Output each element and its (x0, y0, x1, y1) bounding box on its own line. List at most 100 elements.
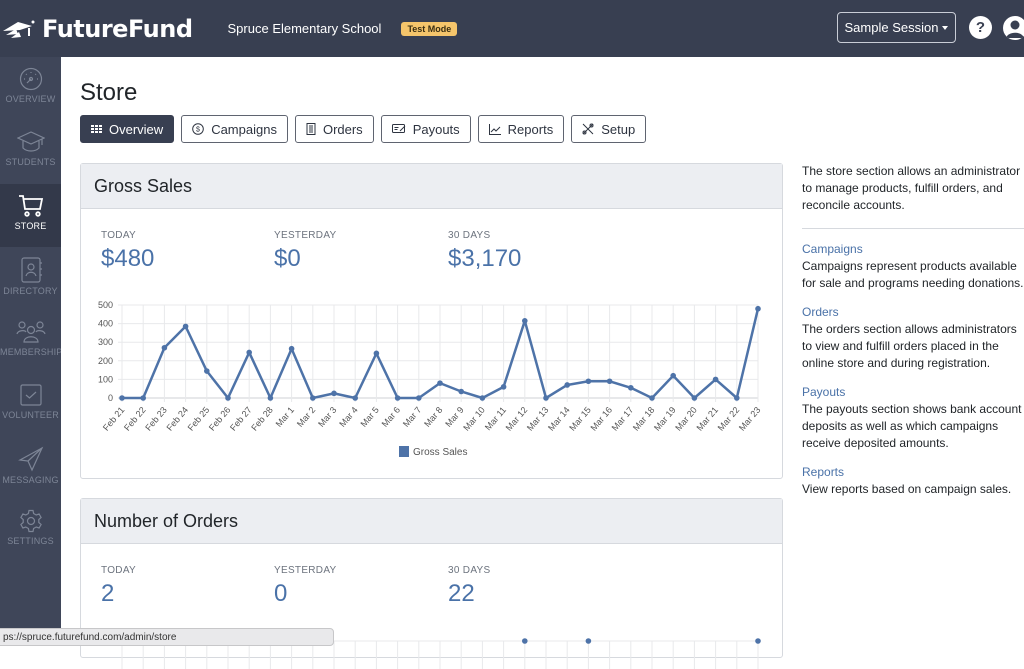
x-tick-label: Mar 16 (588, 405, 614, 433)
tab-payouts[interactable]: Payouts (380, 115, 471, 143)
tab-campaigns[interactable]: $ Campaigns (181, 115, 288, 143)
stat-value: $3,170 (448, 245, 522, 272)
orders-stats: TODAY 2 YESTERDAY 0 30 DAYS 22 (81, 544, 782, 614)
stat-yesterday: YESTERDAY 0 (274, 565, 337, 608)
gross-sales-chart: 0 100 200 300 400 500 Feb 21Feb 22Feb 23Feb 24… (98, 300, 763, 458)
data-point (331, 390, 337, 397)
data-point (267, 395, 274, 401)
x-tick-label: Mar 20 (673, 405, 699, 433)
campaigns-link[interactable]: Campaigns (802, 241, 1024, 258)
shopping-cart-icon (18, 195, 43, 217)
sidebar-label: OVERVIEW (5, 94, 56, 104)
data-point (458, 388, 465, 395)
x-tick-label: Mar 7 (401, 405, 423, 429)
question-circle-icon[interactable]: ? (969, 16, 992, 39)
stat-value: 2 (101, 580, 115, 607)
sidebar-item-students[interactable]: STUDENTS (0, 120, 61, 183)
data-point (712, 376, 719, 383)
tab-label: Orders (322, 121, 363, 137)
data-point (161, 344, 168, 351)
data-point (670, 372, 676, 379)
x-tick-label: Mar 19 (652, 405, 678, 433)
tab-label: Payouts (412, 121, 460, 137)
data-point (479, 395, 486, 401)
x-tick-label: Mar 17 (610, 405, 636, 433)
school-name: Spruce Elementary School (227, 21, 382, 36)
data-point (564, 382, 570, 388)
sidebar-item-messaging[interactable]: MESSAGING (0, 436, 61, 499)
divider (802, 228, 1024, 229)
help-section-reports: Reports View reports based on campaign s… (802, 464, 1024, 498)
stat-30-days: 30 DAYS 22 (448, 565, 491, 608)
card-title: Gross Sales (81, 164, 782, 209)
orders-link[interactable]: Orders (802, 304, 1024, 321)
x-tick-label: Feb 21 (101, 405, 127, 433)
data-point (500, 384, 507, 390)
session-dropdown[interactable]: Sample Session (837, 12, 956, 43)
data-point (310, 395, 316, 401)
help-text: The orders section allows administrators… (802, 322, 1017, 370)
x-tick-label: Mar 4 (337, 405, 359, 429)
x-tick-label: Mar 10 (461, 405, 487, 433)
paper-plane-icon (17, 446, 43, 472)
data-point (119, 395, 125, 401)
x-tick-label: Mar 14 (546, 405, 572, 433)
stat-today: TODAY $480 (101, 230, 154, 273)
help-section-orders: Orders The orders section allows adminis… (802, 304, 1024, 372)
stat-label: TODAY (101, 230, 137, 241)
sidebar: OVERVIEW STUDENTS STORE DIRECTORY MEMBER… (0, 57, 61, 645)
sidebar-item-overview[interactable]: OVERVIEW (0, 57, 61, 120)
x-tick-label: Feb 27 (228, 405, 254, 433)
stat-label: 30 DAYS (448, 565, 491, 576)
data-point (628, 384, 634, 391)
x-tick-label: Feb 28 (249, 405, 275, 433)
payouts-link[interactable]: Payouts (802, 384, 1024, 401)
users-group-icon (15, 321, 46, 343)
data-point (437, 380, 443, 386)
x-tick-label: Mar 6 (380, 405, 402, 429)
x-tick-label: Mar 21 (694, 405, 720, 433)
tab-reports[interactable]: Reports (477, 115, 565, 143)
stat-label: 30 DAYS (448, 230, 491, 241)
sidebar-label: VOLUNTEER (2, 410, 59, 420)
brand-logo[interactable]: FutureFund (2, 15, 193, 43)
stat-value: $480 (101, 245, 155, 272)
tab-setup[interactable]: Setup (571, 115, 647, 143)
line-chart-icon (488, 123, 501, 135)
y-tick-label: 400 (98, 319, 113, 329)
store-help-panel: The store section allows an administrato… (802, 163, 1024, 510)
tab-orders[interactable]: Orders (294, 115, 374, 143)
data-point (606, 378, 613, 385)
tab-label: Campaigns (211, 121, 277, 137)
data-point (416, 395, 422, 401)
address-book-icon (20, 257, 42, 283)
data-point (755, 638, 761, 644)
x-tick-label: Mar 8 (422, 405, 444, 429)
sidebar-item-volunteer[interactable]: VOLUNTEER (0, 373, 61, 436)
sidebar-item-store[interactable]: STORE (0, 184, 61, 247)
data-point (585, 638, 592, 644)
x-tick-label: Feb 25 (186, 405, 212, 433)
top-navbar: FutureFund Spruce Elementary School Test… (0, 0, 1024, 57)
data-point (182, 323, 189, 330)
caret-down-icon (942, 25, 949, 30)
x-tick-label: Mar 12 (504, 405, 530, 433)
bank-check-icon (391, 124, 406, 133)
user-circle-icon[interactable] (1003, 16, 1024, 40)
stat-value: 0 (274, 580, 288, 607)
x-tick-label: Mar 5 (358, 405, 380, 429)
sidebar-item-membership[interactable]: MEMBERSHIP (0, 310, 61, 373)
reports-link[interactable]: Reports (802, 464, 1024, 481)
tab-label: Overview (109, 121, 164, 137)
data-point (394, 395, 401, 401)
tab-overview[interactable]: Overview (80, 115, 175, 143)
legend-label: Gross Sales (413, 447, 467, 458)
sidebar-label: MESSAGING (2, 475, 59, 485)
sidebar-item-directory[interactable]: DIRECTORY (0, 247, 61, 310)
grid-icon (91, 125, 102, 133)
stat-value: 22 (448, 580, 475, 607)
sidebar-item-settings[interactable]: SETTINGS (0, 499, 61, 562)
grad-cap-wings-logo-icon (3, 20, 35, 38)
test-mode-badge: Test Mode (401, 21, 458, 36)
data-point (649, 395, 655, 401)
